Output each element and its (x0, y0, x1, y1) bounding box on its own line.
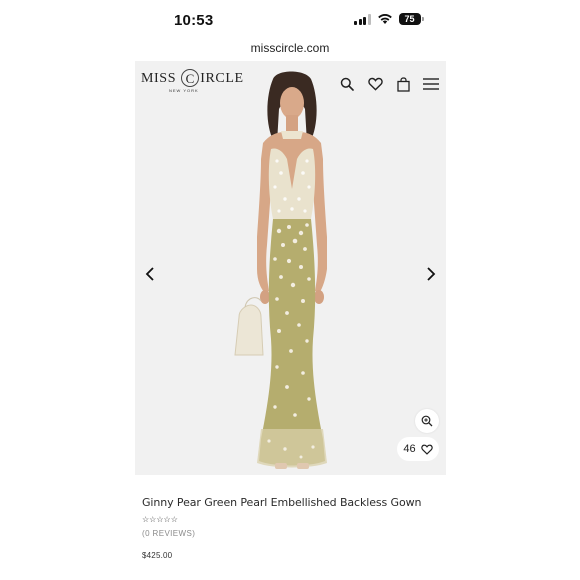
wifi-icon (377, 13, 392, 24)
url-bar[interactable]: misscircle.com (0, 41, 580, 55)
zoom-in-icon (421, 415, 433, 427)
site-header: MISS C IRCLE NEW YORK (135, 61, 446, 109)
status-time: 10:53 (174, 12, 214, 29)
zoom-button[interactable] (415, 409, 439, 433)
logo-text-left: MISS (141, 71, 177, 86)
signal-icon (354, 13, 371, 25)
search-icon[interactable] (338, 75, 356, 93)
shopping-bag-icon[interactable] (394, 75, 412, 93)
product-image (234, 71, 327, 469)
battery-level: 75 (404, 14, 415, 24)
rating-stars[interactable]: ☆☆☆☆☆ (142, 515, 178, 524)
reviews-link[interactable]: (0 REVIEWS) (142, 529, 195, 538)
battery-icon: 75 (398, 13, 424, 25)
wishlist-heart-icon[interactable] (366, 75, 384, 93)
product-gallery: MISS C IRCLE NEW YORK 46 (135, 61, 446, 475)
chevron-right-icon[interactable] (424, 264, 438, 284)
status-icons: 75 (354, 13, 424, 25)
logo-circle-letter: C (181, 69, 200, 87)
header-actions (338, 75, 440, 93)
like-button[interactable]: 46 (397, 437, 439, 461)
product-price: $425.00 (142, 551, 173, 560)
brand-logo[interactable]: MISS C IRCLE NEW YORK (141, 69, 243, 101)
menu-icon[interactable] (422, 75, 440, 93)
like-count: 46 (403, 443, 416, 455)
chevron-left-icon[interactable] (143, 264, 157, 284)
logo-subtitle: NEW YORK (169, 88, 199, 93)
product-title: Ginny Pear Green Pearl Embellished Backl… (142, 496, 422, 509)
status-bar: 10:53 75 (0, 0, 580, 40)
logo-text-right: IRCLE (200, 71, 244, 86)
heart-icon (420, 444, 433, 455)
